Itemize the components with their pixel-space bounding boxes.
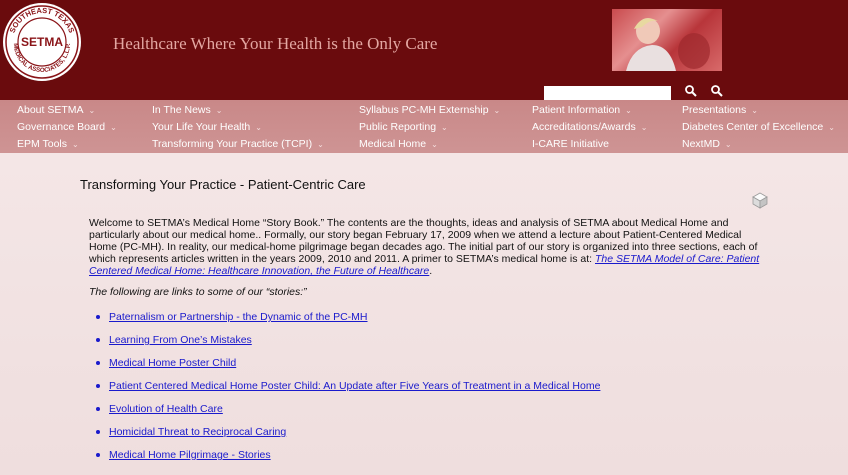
chevron-down-icon: ⌄: [625, 106, 632, 115]
chevron-down-icon: ⌄: [751, 106, 758, 115]
main-content: Transforming Your Practice - Patient-Cen…: [0, 153, 848, 475]
chevron-down-icon: ⌄: [72, 140, 79, 149]
list-item: Learning From One’s Mistakes: [96, 334, 252, 346]
story-link[interactable]: Learning From One’s Mistakes: [109, 334, 252, 346]
nav-item-accreditations-awards[interactable]: Accreditations/Awards ⌄: [532, 121, 647, 133]
setma-logo[interactable]: SOUTHEAST TEXAS MEDICAL ASSOCIATES, L.L.…: [2, 2, 82, 82]
nav-item-governance-board[interactable]: Governance Board ⌄: [17, 121, 117, 133]
nav-item-transforming-your-practice[interactable]: Transforming Your Practice (TCPI) ⌄: [152, 138, 324, 150]
nav-item-presentations[interactable]: Presentations ⌄: [682, 104, 758, 116]
advanced-search-icon[interactable]: [710, 84, 724, 98]
site-header: SOUTHEAST TEXAS MEDICAL ASSOCIATES, L.L.…: [0, 0, 848, 100]
nav-item-in-the-news[interactable]: In The News ⌄: [152, 104, 222, 116]
list-item: Medical Home Pilgrimage - Stories: [96, 449, 271, 461]
story-link[interactable]: Patient Centered Medical Home Poster Chi…: [109, 380, 600, 392]
list-item: Patient Centered Medical Home Poster Chi…: [96, 380, 600, 392]
story-link[interactable]: Evolution of Health Care: [109, 403, 223, 415]
nav-item-icare-initiative[interactable]: I-CARE Initiative: [532, 138, 609, 150]
story-link[interactable]: Paternalism or Partnership - the Dynamic…: [109, 311, 368, 323]
chevron-down-icon: ⌄: [110, 123, 117, 132]
svg-text:SETMA: SETMA: [21, 35, 63, 49]
nav-item-diabetes-center[interactable]: Diabetes Center of Excellence ⌄: [682, 121, 835, 133]
intro-paragraph: Welcome to SETMA’s Medical Home “Story B…: [89, 217, 760, 277]
chevron-down-icon: ⌄: [88, 106, 96, 115]
story-link[interactable]: Medical Home Pilgrimage - Stories: [109, 449, 271, 461]
nav-item-nextmd[interactable]: NextMD ⌄: [682, 138, 732, 150]
chevron-down-icon: ⌄: [828, 123, 835, 132]
chevron-down-icon: ⌄: [640, 123, 648, 132]
page-title: Transforming Your Practice - Patient-Cen…: [80, 177, 366, 192]
nav-item-syllabus-pcmh-externship[interactable]: Syllabus PC-MH Externship ⌄: [359, 104, 500, 116]
search-input[interactable]: [544, 86, 671, 100]
nav-item-public-reporting[interactable]: Public Reporting ⌄: [359, 121, 448, 133]
chevron-down-icon: ⌄: [441, 123, 448, 132]
list-item: Medical Home Poster Child: [96, 357, 236, 369]
bullet-icon: [96, 361, 100, 366]
list-item: Homicidal Threat to Reciprocal Caring: [96, 426, 286, 438]
list-item: Paternalism or Partnership - the Dynamic…: [96, 311, 368, 323]
bullet-icon: [96, 430, 100, 435]
nav-item-patient-information[interactable]: Patient Information ⌄: [532, 104, 632, 116]
search-icon[interactable]: [684, 84, 698, 98]
chevron-down-icon: ⌄: [493, 106, 501, 115]
story-link[interactable]: Medical Home Poster Child: [109, 357, 236, 369]
chevron-down-icon: ⌄: [317, 140, 324, 149]
nav-item-your-life-your-health[interactable]: Your Life Your Health ⌄: [152, 121, 262, 133]
chevron-down-icon: ⌄: [215, 106, 223, 115]
bullet-icon: [96, 453, 100, 458]
nav-item-about-setma[interactable]: About SETMA ⌄: [17, 104, 95, 116]
nav-item-epm-tools[interactable]: EPM Tools ⌄: [17, 138, 79, 150]
nav-item-medical-home[interactable]: Medical Home ⌄: [359, 138, 438, 150]
bullet-icon: [96, 338, 100, 343]
chevron-down-icon: ⌄: [255, 123, 262, 132]
story-link[interactable]: Homicidal Threat to Reciprocal Caring: [109, 426, 286, 438]
main-nav: About SETMA ⌄ Governance Board ⌄ EPM Tools…: [0, 100, 848, 153]
site-tagline: Healthcare Where Your Health is the Only…: [113, 34, 438, 53]
bullet-icon: [96, 384, 100, 389]
chevron-down-icon: ⌄: [431, 140, 438, 149]
list-item: Evolution of Health Care: [96, 403, 223, 415]
header-photo: [612, 9, 722, 71]
bullet-icon: [96, 407, 100, 412]
chevron-down-icon: ⌄: [724, 140, 732, 149]
stories-intro: The following are links to some of our “…: [89, 286, 307, 298]
print-icon[interactable]: [750, 191, 770, 209]
bullet-icon: [96, 315, 100, 320]
